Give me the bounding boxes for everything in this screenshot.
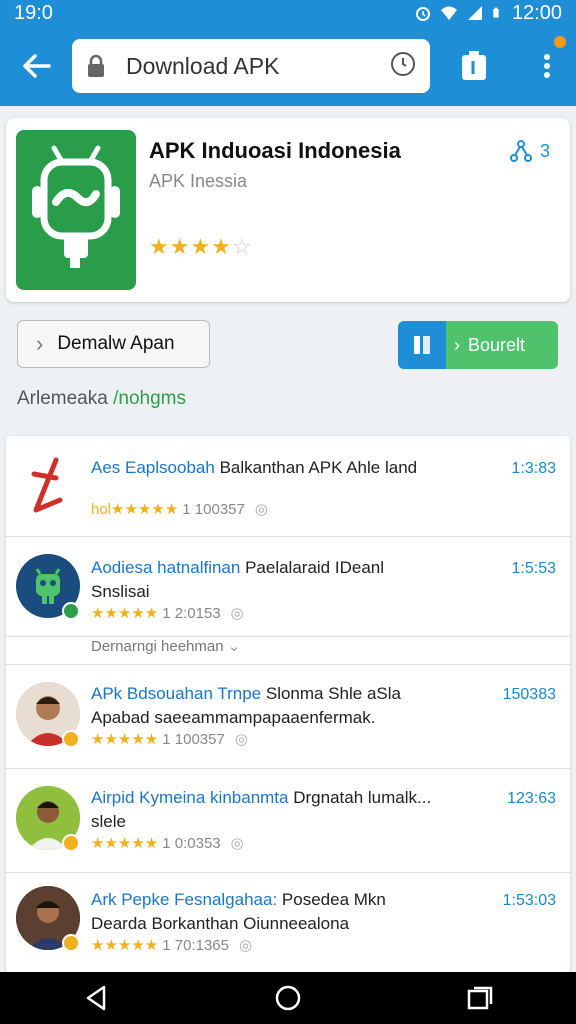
status-time-left: 19:0 <box>14 1 53 24</box>
apk-list: Aes Eaplsoobah Balkanthan APK Ahle land … <box>6 436 570 972</box>
badge-icon <box>62 934 80 952</box>
clock-icon: ◎ <box>230 835 244 852</box>
clock-icon: ◎ <box>238 937 253 954</box>
item-rating: ★★★★★ 1 70:1365 ◎ <box>91 937 253 954</box>
lock-icon <box>86 54 108 78</box>
nav-back-button[interactable] <box>66 972 126 1024</box>
arrow-logo-icon <box>16 454 80 518</box>
item-size: 1:53:03 <box>502 892 556 909</box>
tabs-button[interactable] <box>430 26 518 106</box>
list-item[interactable]: APk Bdsouahan Trnpe Slonma Shle aSla Apa… <box>6 664 570 768</box>
item-size: 1:5:53 <box>511 560 556 577</box>
details-button[interactable]: › Demalw Apan <box>17 320 210 368</box>
status-icons: 12:00 <box>414 2 562 25</box>
recents-square-icon <box>467 986 493 1010</box>
info-icon[interactable] <box>390 51 416 82</box>
download-button[interactable]: › Bourelt <box>398 321 558 369</box>
download-icon-area <box>398 321 446 369</box>
chevron-right-icon: › <box>36 331 44 356</box>
battery-icon <box>493 7 499 18</box>
item-title: Aes Eaplsoobah Balkanthan APK Ahle land <box>91 458 418 477</box>
chevron-down-icon: ⌄ <box>227 638 241 655</box>
details-label: Demalw Apan <box>57 333 175 354</box>
app-icon <box>16 130 136 290</box>
nav-home-button[interactable] <box>258 972 318 1024</box>
app-header-card: APK Induoasi Indonesia APK Inessia ★★★★☆… <box>6 118 570 302</box>
badge-icon <box>62 834 80 852</box>
item-size: 150383 <box>502 686 556 703</box>
share-icon <box>509 140 532 162</box>
item-rating: ★★★★★ 1 0:0353 ◎ <box>91 835 244 852</box>
wifi-icon <box>440 6 457 20</box>
item-size: 1:3:83 <box>511 460 556 477</box>
home-circle-icon <box>275 985 301 1011</box>
app-rating-stars: ★★★★☆ <box>149 234 253 259</box>
nav-recents-button[interactable] <box>450 972 510 1024</box>
item-subtitle: slele <box>91 812 126 831</box>
address-bar[interactable]: Download APK <box>72 39 430 93</box>
item-rating: ★★★★★ 1 2:0153 ◎ <box>91 605 244 622</box>
list-item[interactable]: Aodiesa hatnalfinan Paelalaraid IDeanl S… <box>6 536 570 636</box>
item-size: 123:63 <box>507 790 556 807</box>
item-subtitle: Snslisai <box>91 582 150 601</box>
signal-icon <box>467 6 482 20</box>
badge-icon <box>62 730 80 748</box>
clock-icon: ◎ <box>254 501 268 518</box>
item-title: APk Bdsouahan Trnpe Slonma Shle aSla <box>91 684 401 703</box>
share-button[interactable]: 3 <box>509 140 550 162</box>
status-time-right: 12:00 <box>511 1 562 24</box>
android-robot-icon <box>32 145 120 268</box>
url-text: Download APK <box>126 52 280 79</box>
clock-icon: ◎ <box>234 731 248 748</box>
item-title: Ark Pepke Fesnalgahaa: Posedea Mkn <box>91 890 386 909</box>
section-link[interactable]: /nohgms <box>113 388 186 409</box>
verified-badge-icon <box>62 602 80 620</box>
share-count: 3 <box>539 140 550 161</box>
item-subtitle: Apabad saeeammampapaaenfermak. <box>91 708 376 727</box>
back-button[interactable] <box>0 26 72 106</box>
list-item[interactable]: Airpid Kymeina kinbanmta Drgnatah lumalk… <box>6 768 570 872</box>
status-bar: 19:0 12:00 <box>0 0 576 26</box>
list-item[interactable]: Aes Eaplsoobah Balkanthan APK Ahle land … <box>6 436 570 536</box>
section-label-text: Arlemeaka <box>17 388 108 409</box>
alarm-icon <box>415 7 430 21</box>
back-arrow-icon <box>23 54 51 78</box>
more-vert-icon <box>544 54 550 78</box>
tab-icon <box>462 51 486 80</box>
clock-icon: ◎ <box>230 605 244 622</box>
chevron-right-icon: › <box>454 334 460 355</box>
list-item[interactable]: Ark Pepke Fesnalgahaa: Posedea Mkn Deard… <box>6 872 570 972</box>
item-rating: ★★★★★ 1 100357 ◎ <box>91 731 248 748</box>
section-label: Arlemeaka /nohgms <box>17 388 186 410</box>
overflow-menu-button[interactable] <box>518 26 576 106</box>
back-triangle-icon <box>86 985 106 1011</box>
browser-toolbar: Download APK <box>0 26 576 106</box>
item-title: Airpid Kymeina kinbanmta Drgnatah lumalk… <box>91 788 432 807</box>
item-rating: hol★★★★★ 1 100357 ◎ <box>91 501 268 518</box>
system-nav-bar <box>0 972 576 1024</box>
app-developer: APK Inessia <box>149 171 248 191</box>
notification-dot <box>554 36 566 48</box>
download-label-area: › Bourelt <box>446 321 558 369</box>
item-title: Aodiesa hatnalfinan Paelalaraid IDeanl <box>91 558 384 577</box>
list-subheader[interactable]: Dernarngi heehman ⌄ <box>91 637 240 655</box>
file-icon <box>414 336 430 354</box>
item-subtitle: Dearda Borkanthan Oiunneealona <box>91 914 350 933</box>
app-title: APK Induoasi Indonesia <box>149 138 401 163</box>
download-label: Bourelt <box>468 334 526 355</box>
